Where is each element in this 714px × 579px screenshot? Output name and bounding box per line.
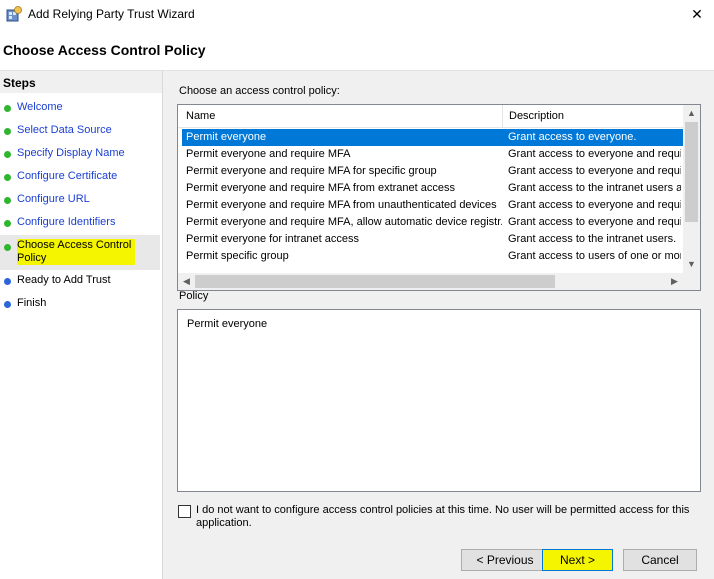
optout-label[interactable]: I do not want to configure access contro…	[196, 504, 696, 530]
policy-list[interactable]: Name Description Permit everyone Grant a…	[177, 104, 701, 291]
policy-name: Permit everyone and require MFA	[186, 148, 351, 160]
horizontal-scrollbar[interactable]: ◀ ▶	[178, 273, 683, 290]
completed-step-icon	[4, 105, 11, 112]
pending-step-icon	[4, 301, 11, 308]
step-label: Select Data Source	[17, 124, 112, 136]
step-label: Configure Identifiers	[17, 216, 116, 228]
list-rows: Permit everyone Grant access to everyone…	[178, 129, 683, 273]
step-ready-to-add-trust: Ready to Add Trust	[0, 274, 160, 289]
policy-details-box: Permit everyone	[177, 309, 701, 492]
step-specify-display-name[interactable]: Specify Display Name	[0, 147, 160, 162]
close-button[interactable]: ✕	[680, 0, 714, 28]
list-item-selected[interactable]: Permit everyone Grant access to everyone…	[182, 129, 683, 146]
step-welcome[interactable]: Welcome	[0, 101, 160, 116]
policy-label: Policy	[179, 290, 209, 302]
pending-step-icon	[4, 278, 11, 285]
next-button[interactable]: Next >	[542, 549, 613, 571]
step-label-current: Choose Access Control Policy	[17, 239, 135, 265]
policy-description: Grant access to everyone and requir	[508, 165, 681, 177]
policy-description: Grant access to users of one or more	[508, 250, 681, 262]
list-item[interactable]: Permit specific group Grant access to us…	[182, 248, 683, 265]
step-label: Specify Display Name	[17, 147, 125, 159]
list-item[interactable]: Permit everyone for intranet access Gran…	[182, 231, 683, 248]
steps-panel: Steps Welcome Select Data Source Specify…	[0, 70, 163, 579]
scrollbar-corner	[683, 273, 700, 290]
list-item[interactable]: Permit everyone and require MFA, allow a…	[182, 214, 683, 231]
completed-step-icon	[4, 220, 11, 227]
policy-description: Grant access to everyone and requir	[508, 216, 681, 228]
scroll-right-icon[interactable]: ▶	[666, 273, 683, 290]
completed-step-icon	[4, 197, 11, 204]
step-label: Configure URL	[17, 193, 90, 205]
adfs-app-icon	[6, 6, 22, 22]
step-choose-access-control-policy: Choose Access Control Policy	[0, 235, 160, 270]
policy-name: Permit everyone and require MFA from ext…	[186, 182, 456, 194]
step-configure-certificate[interactable]: Configure Certificate	[0, 170, 160, 185]
step-label: Configure Certificate	[17, 170, 118, 182]
scroll-down-icon[interactable]: ▼	[683, 256, 700, 273]
optout-checkbox[interactable]	[178, 505, 191, 518]
step-label: Welcome	[17, 101, 63, 113]
policy-name: Permit everyone and require MFA for spec…	[186, 165, 437, 177]
policy-name: Permit everyone for intranet access	[186, 233, 360, 245]
completed-step-icon	[4, 151, 11, 158]
policy-list-label: Choose an access control policy:	[179, 85, 340, 97]
steps-header-label: Steps	[3, 76, 36, 90]
cancel-button[interactable]: Cancel	[623, 549, 697, 571]
completed-step-icon	[4, 128, 11, 135]
column-divider[interactable]	[502, 105, 503, 127]
title-bar: Add Relying Party Trust Wizard ✕	[0, 0, 714, 28]
vertical-scrollbar[interactable]: ▲ ▼	[683, 105, 700, 273]
step-finish: Finish	[0, 297, 160, 312]
step-label: Ready to Add Trust	[17, 274, 111, 286]
column-header-description[interactable]: Description	[509, 110, 564, 122]
steps-header: Steps	[0, 71, 162, 93]
step-configure-url[interactable]: Configure URL	[0, 193, 160, 208]
step-configure-identifiers[interactable]: Configure Identifiers	[0, 216, 160, 231]
column-header-name[interactable]: Name	[186, 110, 215, 122]
policy-description: Grant access to everyone and requir	[508, 199, 681, 211]
scroll-up-icon[interactable]: ▲	[683, 105, 700, 122]
vertical-scroll-thumb[interactable]	[685, 122, 698, 222]
completed-step-icon	[4, 174, 11, 181]
step-label: Finish	[17, 297, 47, 309]
policy-description: Grant access to the intranet users.	[508, 233, 677, 245]
policy-text: Permit everyone	[187, 318, 268, 330]
policy-name: Permit everyone	[186, 131, 267, 143]
policy-description: Grant access to everyone and requir	[508, 148, 681, 160]
list-item[interactable]: Permit everyone and require MFA Grant ac…	[182, 146, 683, 163]
horizontal-scroll-thumb[interactable]	[195, 275, 555, 288]
list-item[interactable]: Permit everyone and require MFA from una…	[182, 197, 683, 214]
current-step-icon	[4, 244, 11, 251]
policy-name: Permit specific group	[186, 250, 289, 262]
list-item[interactable]: Permit everyone and require MFA for spec…	[182, 163, 683, 180]
list-item[interactable]: Permit everyone and require MFA from ext…	[182, 180, 683, 197]
scroll-left-icon[interactable]: ◀	[178, 273, 195, 290]
policy-name: Permit everyone and require MFA, allow a…	[186, 216, 502, 228]
window-title: Add Relying Party Trust Wizard	[28, 7, 195, 21]
page-title: Choose Access Control Policy	[3, 42, 206, 58]
list-header: Name Description	[178, 105, 683, 128]
main-content: Choose an access control policy: Name De…	[163, 70, 714, 579]
policy-description: Grant access to the intranet users an	[508, 182, 681, 194]
policy-description: Grant access to everyone.	[508, 131, 637, 143]
policy-name: Permit everyone and require MFA from una…	[186, 199, 497, 211]
step-select-data-source[interactable]: Select Data Source	[0, 124, 160, 139]
previous-button[interactable]: < Previous	[461, 549, 549, 571]
